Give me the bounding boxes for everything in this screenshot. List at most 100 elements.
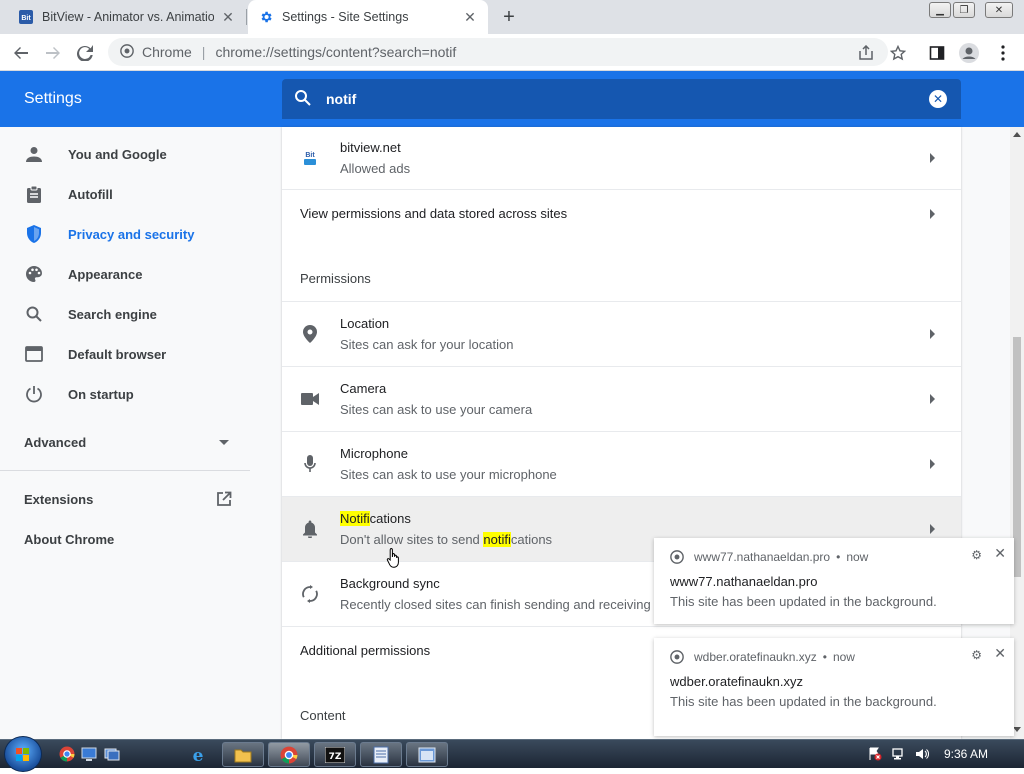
minimize-button[interactable]: ▁ xyxy=(929,2,951,18)
notification-popup[interactable]: wdber.oratefinaukn.xyz • now ⚙ ✕ wdber.o… xyxy=(654,638,1014,736)
sidebar-item-label: Extensions xyxy=(24,491,94,507)
sidebar-item-about-chrome[interactable]: About Chrome xyxy=(0,519,250,559)
notification-popup[interactable]: www77.nathanaeldan.pro • now ⚙ ✕ www77.n… xyxy=(654,538,1014,624)
microphone-icon xyxy=(300,454,320,474)
close-icon[interactable]: ✕ xyxy=(220,9,236,25)
search-input[interactable]: notif xyxy=(326,91,356,107)
shield-icon xyxy=(24,224,44,244)
search-icon xyxy=(24,304,44,324)
subtitle-rest: cations xyxy=(510,532,553,547)
permission-title: Notifications xyxy=(340,511,552,526)
sidebar-item-default-browser[interactable]: Default browser xyxy=(0,334,250,374)
permission-subtitle: Don't allow sites to send notifications xyxy=(340,532,552,547)
permission-subtitle: Recently closed sites can finish sending… xyxy=(340,597,651,612)
site-row-bitview[interactable]: Bit bitview.net Allowed ads xyxy=(282,127,961,189)
back-arrow-icon[interactable] xyxy=(8,40,34,66)
tab-settings[interactable]: Settings - Site Settings ✕ xyxy=(248,0,488,34)
sidebar-item-autofill[interactable]: Autofill xyxy=(0,174,250,214)
clipboard-icon xyxy=(24,184,44,204)
notification-message: This site has been updated in the backgr… xyxy=(670,594,937,609)
permission-title: Location xyxy=(340,316,390,331)
scroll-thumb[interactable] xyxy=(1013,337,1021,577)
clear-search-icon[interactable]: ✕ xyxy=(929,90,947,108)
sidebar-item-search-engine[interactable]: Search engine xyxy=(0,294,250,334)
omnibox-separator: | xyxy=(201,44,206,60)
sidebar-item-extensions[interactable]: Extensions xyxy=(0,479,250,519)
settings-search[interactable]: notif ✕ xyxy=(282,79,961,119)
chevron-right-icon xyxy=(930,524,935,534)
gear-icon[interactable]: ⚙ xyxy=(971,548,982,562)
chrome-quicklaunch-icon[interactable] xyxy=(59,746,75,762)
network-icon[interactable] xyxy=(892,747,906,761)
additional-permissions-label: Additional permissions xyxy=(300,643,431,658)
scroll-down-icon[interactable] xyxy=(1013,727,1021,732)
permission-subtitle: Sites can ask to use your microphone xyxy=(340,467,557,482)
notification-header: www77.nathanaeldan.pro • now xyxy=(670,550,868,564)
taskbar-clock[interactable]: 9:36 AM xyxy=(944,747,988,761)
start-button[interactable] xyxy=(4,736,42,772)
site-name: bitview.net xyxy=(340,140,401,155)
taskbar-7zip-button[interactable]: 7Z xyxy=(314,742,356,767)
scroll-up-icon[interactable] xyxy=(1013,132,1021,137)
camera-icon xyxy=(300,389,320,409)
sidebar-item-you-and-google[interactable]: You and Google xyxy=(0,134,250,174)
menu-kebab-icon[interactable] xyxy=(990,40,1016,66)
sidebar-item-appearance[interactable]: Appearance xyxy=(0,254,250,294)
close-icon[interactable]: ✕ xyxy=(994,545,1006,562)
desktop-quicklaunch-icon[interactable] xyxy=(81,746,97,762)
person-icon xyxy=(24,144,44,164)
sidebar-item-label: On startup xyxy=(68,386,134,402)
site-label: Chrome xyxy=(142,44,192,60)
sidebar-item-label: About Chrome xyxy=(24,531,115,547)
taskbar-notepad-button[interactable] xyxy=(360,742,402,767)
permission-subtitle: Sites can ask to use your camera xyxy=(340,402,533,417)
taskbar-window-button[interactable] xyxy=(406,742,448,767)
profile-avatar-icon[interactable] xyxy=(956,40,982,66)
forward-arrow-icon[interactable] xyxy=(40,40,66,66)
permission-row-camera[interactable]: Camera Sites can ask to use your camera xyxy=(282,366,961,431)
tab-bitview[interactable]: Bit BitView - Animator vs. Animatio ✕ xyxy=(8,0,246,34)
sidebar-item-label: Appearance xyxy=(68,266,143,282)
sidebar-item-on-startup[interactable]: On startup xyxy=(0,374,250,414)
new-tab-button[interactable]: + xyxy=(496,5,522,29)
sidebar-item-label: Privacy and security xyxy=(68,226,195,242)
tab-divider xyxy=(246,9,247,25)
taskbar-explorer-button[interactable] xyxy=(222,742,264,767)
share-icon[interactable] xyxy=(853,40,879,66)
view-permissions-row[interactable]: View permissions and data stored across … xyxy=(282,189,961,237)
bullet-separator: • xyxy=(836,550,841,564)
view-permissions-label: View permissions and data stored across … xyxy=(300,206,568,221)
address-bar[interactable]: Chrome | chrome://settings/content?searc… xyxy=(108,38,888,66)
restore-button[interactable]: ❐ xyxy=(953,2,975,18)
gear-icon[interactable]: ⚙ xyxy=(971,648,982,662)
chevron-right-icon xyxy=(930,153,935,163)
switch-windows-quicklaunch-icon[interactable] xyxy=(104,746,120,762)
permissions-heading: Permissions xyxy=(300,271,371,286)
chevron-down-icon xyxy=(219,440,229,445)
sidebar-item-label: Search engine xyxy=(68,306,157,322)
close-icon[interactable]: ✕ xyxy=(462,9,478,25)
chevron-right-icon xyxy=(930,459,935,469)
close-window-button[interactable]: ✕ xyxy=(985,2,1013,18)
side-panel-icon[interactable] xyxy=(924,40,950,66)
svg-text:e: e xyxy=(193,746,204,764)
chrome-icon xyxy=(670,550,684,564)
chrome-icon xyxy=(120,43,134,61)
reload-icon[interactable] xyxy=(72,40,98,66)
internet-explorer-icon[interactable]: e xyxy=(189,746,205,766)
sidebar-advanced[interactable]: Advanced xyxy=(0,422,250,462)
permission-row-location[interactable]: Location Sites can ask for your location xyxy=(282,301,961,366)
gear-icon xyxy=(258,9,274,25)
browser-icon xyxy=(24,344,44,364)
bookmark-star-icon[interactable] xyxy=(885,40,911,66)
taskbar-chrome-button[interactable] xyxy=(268,742,310,767)
sidebar-item-privacy-and-security[interactable]: Privacy and security xyxy=(0,214,250,254)
sidebar: You and Google Autofill Privacy and secu… xyxy=(0,127,250,739)
action-center-flag-icon[interactable] xyxy=(868,747,882,761)
close-icon[interactable]: ✕ xyxy=(994,645,1006,662)
chevron-right-icon xyxy=(930,394,935,404)
permission-row-microphone[interactable]: Microphone Sites can ask to use your mic… xyxy=(282,431,961,496)
volume-icon[interactable] xyxy=(915,747,929,761)
permission-title: Microphone xyxy=(340,446,408,461)
search-icon xyxy=(294,89,312,110)
